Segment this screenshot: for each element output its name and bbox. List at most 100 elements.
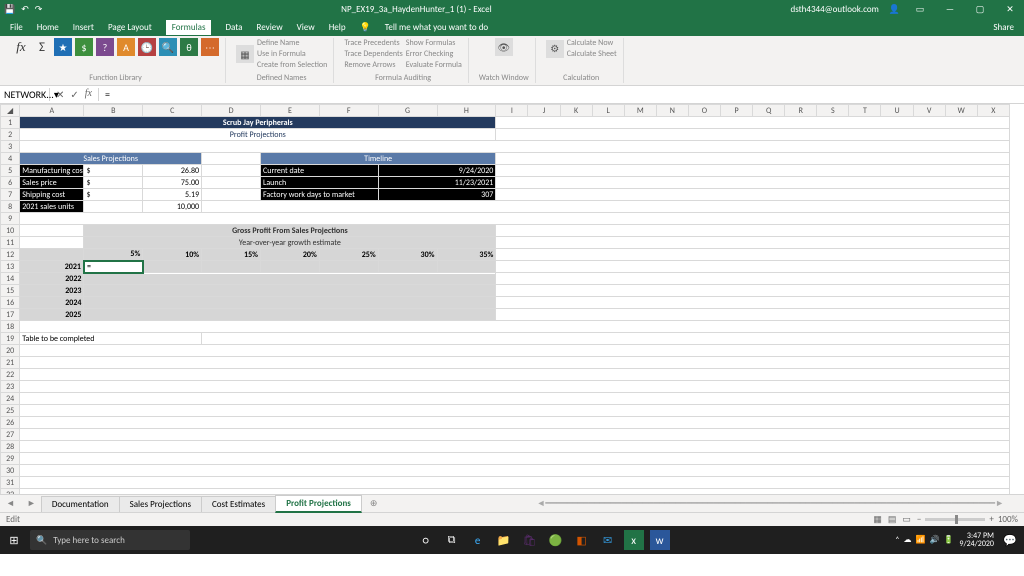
cell[interactable] — [496, 285, 1010, 297]
cell-pct[interactable]: 25% — [319, 249, 378, 261]
redo-icon[interactable]: ↷ — [35, 4, 43, 15]
evaluate-formula-button[interactable]: Evaluate Formula — [406, 60, 462, 70]
row-header[interactable]: 29 — [1, 453, 20, 465]
row-header[interactable]: 2 — [1, 129, 20, 141]
row-header[interactable]: 18 — [1, 321, 20, 333]
cell[interactable] — [496, 297, 1010, 309]
row-header[interactable]: 28 — [1, 441, 20, 453]
cell[interactable]: $ — [84, 165, 143, 177]
cell[interactable] — [496, 153, 1010, 165]
sheet-tab-sales-projections[interactable]: Sales Projections — [119, 496, 202, 512]
cell-pct[interactable]: 15% — [202, 249, 261, 261]
cell-year[interactable]: 2025 — [20, 309, 84, 321]
cell[interactable] — [84, 201, 143, 213]
row-header[interactable]: 11 — [1, 237, 20, 249]
cell[interactable] — [202, 261, 261, 273]
cell[interactable] — [437, 261, 496, 273]
fx-icon[interactable]: fx — [85, 88, 92, 101]
cell[interactable] — [20, 417, 1010, 429]
math-trig-icon[interactable]: θ — [180, 38, 198, 56]
col-header[interactable]: U — [881, 105, 913, 117]
cell[interactable] — [20, 213, 1010, 225]
calc-options-icon[interactable]: ⚙ — [546, 40, 564, 58]
use-in-formula-button[interactable]: Use in Formula — [257, 49, 327, 59]
col-header[interactable]: H — [437, 105, 496, 117]
calculate-sheet-button[interactable]: Calculate Sheet — [567, 49, 617, 59]
tab-data[interactable]: Data — [225, 22, 242, 33]
normal-view-icon[interactable]: ▦ — [873, 514, 882, 525]
error-checking-button[interactable]: Error Checking — [406, 49, 462, 59]
cell[interactable] — [20, 249, 84, 261]
tab-page-layout[interactable]: Page Layout — [108, 22, 152, 33]
col-header[interactable]: M — [624, 105, 656, 117]
cell[interactable] — [496, 225, 1010, 237]
cell[interactable] — [202, 189, 261, 201]
zoom-in-icon[interactable]: + — [989, 514, 993, 525]
row-header[interactable]: 1 — [1, 117, 20, 129]
cell[interactable] — [496, 237, 1010, 249]
row-header[interactable]: 21 — [1, 357, 20, 369]
col-header[interactable]: N — [656, 105, 688, 117]
cell-timeline-head[interactable]: Timeline — [260, 153, 495, 165]
word-icon[interactable]: w — [650, 530, 670, 550]
minimize-icon[interactable]: — — [940, 4, 960, 15]
cell[interactable] — [202, 177, 261, 189]
cell-units-label[interactable]: 2021 sales units — [20, 201, 84, 213]
row-header[interactable]: 17 — [1, 309, 20, 321]
col-header[interactable]: T — [849, 105, 881, 117]
sheet-tab-documentation[interactable]: Documentation — [41, 496, 120, 512]
cell[interactable] — [20, 465, 1010, 477]
tab-review[interactable]: Review — [256, 22, 282, 33]
cell-year[interactable]: 2022 — [20, 273, 84, 285]
col-header[interactable]: Q — [753, 105, 785, 117]
cell[interactable] — [20, 345, 1010, 357]
row-header[interactable]: 27 — [1, 429, 20, 441]
excel-icon[interactable]: x — [624, 530, 644, 550]
row-header[interactable]: 22 — [1, 369, 20, 381]
col-header[interactable]: S — [817, 105, 849, 117]
cell[interactable] — [20, 429, 1010, 441]
cell[interactable] — [496, 249, 1010, 261]
cell-launch-val[interactable]: 11/23/2021 — [378, 177, 496, 189]
cell-year[interactable]: 2021 — [20, 261, 84, 273]
cell[interactable] — [20, 369, 1010, 381]
mail-icon[interactable]: ✉ — [598, 530, 618, 550]
cell-fwd-val[interactable]: 307 — [378, 189, 496, 201]
tab-home[interactable]: Home — [37, 22, 59, 33]
file-explorer-icon[interactable]: 📁 — [494, 530, 514, 550]
cell[interactable] — [202, 201, 1010, 213]
col-header[interactable]: R — [785, 105, 817, 117]
cell[interactable] — [84, 297, 496, 309]
sheet-nav-next-icon[interactable]: ► — [21, 498, 42, 509]
cell[interactable] — [378, 261, 437, 273]
col-header[interactable]: D — [202, 105, 261, 117]
cell[interactable] — [84, 309, 496, 321]
col-header[interactable]: L — [592, 105, 624, 117]
name-box[interactable]: NETWORK... ▾ — [0, 88, 50, 101]
battery-icon[interactable]: 🔋 — [943, 535, 953, 545]
cell-pct[interactable]: 20% — [260, 249, 319, 261]
show-formulas-button[interactable]: Show Formulas — [406, 38, 462, 48]
spreadsheet-grid[interactable]: ◢ A B C D E F G H I J K L M N O P Q R S … — [0, 104, 1024, 494]
sheet-tab-profit-projections[interactable]: Profit Projections — [275, 495, 362, 513]
cell-title[interactable]: Scrub Jay Peripherals — [20, 117, 496, 129]
calculate-now-button[interactable]: Calculate Now — [567, 38, 617, 48]
cell[interactable] — [20, 441, 1010, 453]
define-name-button[interactable]: Define Name — [257, 38, 327, 48]
row-header[interactable]: 19 — [1, 333, 20, 345]
zoom-out-icon[interactable]: − — [917, 514, 921, 525]
tab-view[interactable]: View — [297, 22, 315, 33]
edge-icon[interactable]: e — [468, 530, 488, 550]
cell[interactable] — [20, 381, 1010, 393]
notifications-icon[interactable]: 💬 — [1000, 530, 1020, 550]
row-header[interactable]: 25 — [1, 405, 20, 417]
tab-formulas[interactable]: Formulas — [166, 20, 212, 35]
row-header[interactable]: 3 — [1, 141, 20, 153]
page-layout-view-icon[interactable]: ▤ — [888, 514, 897, 525]
tab-insert[interactable]: Insert — [73, 22, 94, 33]
cell[interactable] — [260, 261, 319, 273]
cell[interactable] — [202, 153, 261, 165]
ribbon-display-icon[interactable]: ▭ — [910, 4, 930, 15]
volume-icon[interactable]: 🔊 — [929, 535, 939, 545]
row-header[interactable]: 31 — [1, 477, 20, 489]
